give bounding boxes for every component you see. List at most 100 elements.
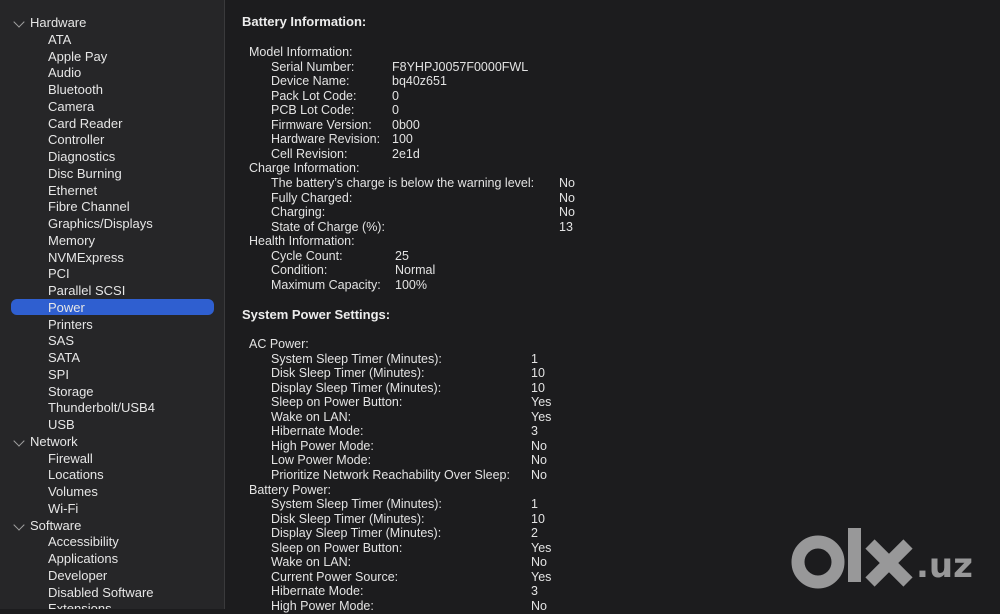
sidebar-item-camera[interactable]: Camera [48, 98, 94, 115]
sidebar-item-spi[interactable]: SPI [48, 366, 69, 383]
model-row-key: Firmware Version: [271, 117, 372, 132]
chevron-down-icon[interactable] [13, 518, 25, 531]
model-row-value: 0 [392, 88, 399, 103]
sidebar-item-extensions[interactable]: Extensions [48, 600, 112, 609]
battery-power-label: Battery Power: [249, 482, 331, 497]
sidebar-item-power[interactable]: Power [48, 299, 85, 316]
sidebar-item-nvmexpress[interactable]: NVMExpress [48, 249, 124, 266]
sidebar-item-firewall[interactable]: Firewall [48, 450, 93, 467]
sidebar-item-sas[interactable]: SAS [48, 332, 74, 349]
charge-row-key: The battery’s charge is below the warnin… [271, 175, 535, 190]
sidebar-item-applications[interactable]: Applications [48, 550, 118, 567]
ac-row-value: No [531, 467, 547, 482]
sidebar-item-wi-fi[interactable]: Wi-Fi [48, 500, 78, 517]
sidebar-item-thunderbolt-usb4[interactable]: Thunderbolt/USB4 [48, 399, 155, 416]
ac-row-value: 1 [531, 351, 538, 366]
charge-row-key: Charging: [271, 205, 326, 220]
sidebar-item-controller[interactable]: Controller [48, 131, 104, 148]
sidebar-item-diagnostics[interactable]: Diagnostics [48, 148, 115, 165]
ac-row-key: Display Sleep Timer (Minutes): [271, 380, 442, 395]
model-row-key: PCB Lot Code: [271, 103, 355, 118]
chevron-down-icon[interactable] [13, 16, 25, 28]
sidebar: Hardware ATA Apple Pay Audio Bluetooth Camera… [0, 0, 225, 609]
sidebar-section-label: Network [30, 433, 78, 449]
sidebar-item-parallel-scsi[interactable]: Parallel SCSI [48, 282, 125, 299]
ac-power-label: AC Power: [249, 337, 309, 351]
sidebar-item-usb[interactable]: USB [48, 416, 75, 433]
battery-power-row-key: Hibernate Mode: [271, 584, 364, 599]
ac-row-value: 10 [531, 366, 545, 381]
sidebar-item-ata[interactable]: ATA [48, 31, 71, 48]
ac-row-key: Prioritize Network Reachability Over Sle… [271, 467, 510, 482]
health-row-value: 25 [395, 248, 409, 263]
battery-power-row: Current Power Source: [271, 570, 398, 585]
ac-row-key: Low Power Mode: [271, 453, 372, 468]
ac-row-value: No [531, 438, 547, 453]
sidebar-item-bluetooth[interactable]: Bluetooth [48, 81, 103, 98]
model-row: Cell Revision: [271, 147, 347, 162]
detail-pane: Battery Information: Model Information: Se… [225, 0, 1000, 613]
charge-row: Charging: [271, 205, 325, 220]
ac-row-key: Hibernate Mode: [271, 424, 364, 439]
battery-power-row-key: Display Sleep Timer (Minutes): [271, 526, 442, 541]
ac-row-value: Yes [531, 395, 552, 410]
sidebar-item-ethernet[interactable]: Ethernet [48, 182, 97, 199]
battery-power-row: Wake on LAN: [271, 555, 351, 570]
health-row: Condition: [271, 263, 327, 278]
health-row-key: Maximum Capacity: [271, 277, 381, 292]
ac-row: Wake on LAN: [271, 410, 351, 425]
charge-row-value: No [559, 205, 575, 220]
model-row: Device Name: [271, 74, 350, 89]
sidebar-item-pci[interactable]: PCI [48, 265, 70, 282]
battery-info-heading: Battery Information: [242, 14, 367, 29]
ac-row: Disk Sleep Timer (Minutes): [271, 366, 425, 381]
charge-row-value: No [559, 190, 575, 205]
model-row: Hardware Revision: [271, 132, 380, 147]
sidebar-item-disabled-software[interactable]: Disabled Software [48, 584, 154, 601]
sidebar-section-label: Hardware [30, 15, 87, 30]
sidebar-item-memory[interactable]: Memory [48, 232, 95, 249]
chevron-down-icon[interactable] [13, 435, 25, 447]
battery-power-row-key: Wake on LAN: [271, 555, 352, 570]
ac-row-key: Wake on LAN: [271, 409, 352, 424]
model-row-value: 0b00 [392, 117, 420, 132]
model-row: Serial Number: [271, 60, 354, 75]
charge-row-key: Fully Charged: [271, 190, 353, 205]
battery-power-row-value: No [531, 555, 547, 570]
ac-row: Low Power Mode: [271, 453, 371, 468]
charge-row: State of Charge (%): [271, 220, 385, 235]
sidebar-item-printers[interactable]: Printers [48, 316, 93, 333]
model-row-value: 100 [392, 132, 413, 147]
sidebar-item-accessibility[interactable]: Accessibility [48, 533, 119, 550]
battery-power-row-value: No [531, 598, 547, 613]
charge-row: Fully Charged: [271, 191, 352, 206]
sidebar-item-audio[interactable]: Audio [48, 64, 81, 81]
selected-highlight [11, 299, 214, 316]
ac-row-key: High Power Mode: [271, 438, 374, 453]
sidebar-item-locations[interactable]: Locations [48, 466, 104, 483]
model-row: Pack Lot Code: [271, 89, 356, 104]
battery-power-row-key: Disk Sleep Timer (Minutes): [271, 511, 425, 526]
charge-row-value: No [559, 175, 575, 190]
sidebar-item-storage[interactable]: Storage [48, 383, 94, 400]
sidebar-item-graphics-displays[interactable]: Graphics/Displays [48, 215, 153, 232]
sidebar-item-developer[interactable]: Developer [48, 567, 107, 584]
sidebar-item-volumes[interactable]: Volumes [48, 483, 98, 500]
battery-power-row-value: 1 [531, 497, 538, 512]
power-settings-heading: System Power Settings: [242, 307, 391, 322]
ac-row: Prioritize Network Reachability Over Sle… [271, 468, 510, 483]
sidebar-item-card-reader[interactable]: Card Reader [48, 115, 122, 132]
sidebar-item-sata[interactable]: SATA [48, 349, 80, 366]
battery-power-row-value: Yes [531, 540, 552, 555]
sidebar-item-apple-pay[interactable]: Apple Pay [48, 48, 107, 65]
ac-row: High Power Mode: [271, 439, 374, 454]
sidebar-item-disc-burning[interactable]: Disc Burning [48, 165, 122, 182]
model-row-key: Pack Lot Code: [271, 88, 357, 103]
battery-power-row: High Power Mode: [271, 599, 374, 614]
sidebar-item-fibre-channel[interactable]: Fibre Channel [48, 198, 130, 215]
model-row-key: Cell Revision: [271, 146, 348, 161]
ac-row-value: Yes [531, 409, 552, 424]
olx-watermark: .uz [790, 520, 990, 600]
ac-row-value: No [531, 453, 547, 468]
health-row: Maximum Capacity: [271, 278, 381, 293]
